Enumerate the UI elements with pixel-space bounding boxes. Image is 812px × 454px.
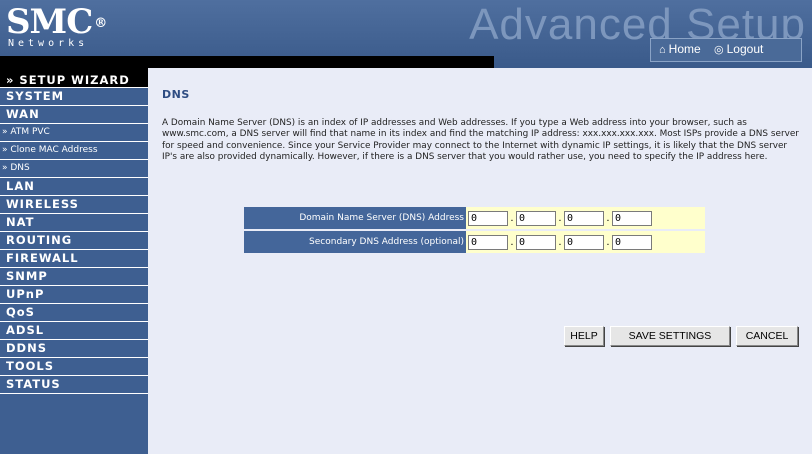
secondary-dns-octet-3[interactable]	[564, 234, 604, 250]
primary-dns-fields: ...	[466, 207, 705, 229]
secondary-dns-label: Secondary DNS Address (optional)	[244, 231, 466, 253]
sidebar-item-system[interactable]: SYSTEM	[0, 88, 148, 106]
primary-dns-octet-2[interactable]	[516, 210, 556, 226]
save-settings-button[interactable]: SAVE SETTINGS	[610, 326, 730, 346]
logout-link[interactable]: ◎ Logout	[714, 42, 763, 56]
secondary-dns-row: Secondary DNS Address (optional) ...	[244, 231, 705, 253]
sidebar-item-dns[interactable]: » DNS	[0, 160, 148, 178]
primary-dns-octet-3[interactable]	[564, 210, 604, 226]
sidebar-item-status[interactable]: STATUS	[0, 376, 148, 394]
ip-separator: .	[606, 236, 610, 248]
header: SMC ® Networks Advanced Setup ⌂ Home ◎ Logo…	[0, 0, 812, 68]
logout-label: Logout	[726, 42, 764, 56]
sidebar-item-clone-mac[interactable]: » Clone MAC Address	[0, 142, 148, 160]
brand-name: SMC	[6, 2, 93, 42]
home-icon: ⌂	[659, 44, 666, 56]
sidebar-item-firewall[interactable]: FIREWALL	[0, 250, 148, 268]
sidebar-item-wan[interactable]: WAN	[0, 106, 148, 124]
page-title: DNS	[162, 88, 190, 101]
sidebar-item-snmp[interactable]: SNMP	[0, 268, 148, 286]
sidebar-item-routing[interactable]: ROUTING	[0, 232, 148, 250]
sidebar-item-atm-pvc[interactable]: » ATM PVC	[0, 124, 148, 142]
smc-logo: SMC ® Networks	[6, 2, 107, 50]
secondary-dns-octet-2[interactable]	[516, 234, 556, 250]
sidebar-item-ddns[interactable]: DDNS	[0, 340, 148, 358]
ip-separator: .	[558, 212, 562, 224]
sidebar-item-lan[interactable]: LAN	[0, 178, 148, 196]
home-label: Home	[668, 42, 701, 56]
header-links: ⌂ Home ◎ Logout	[650, 38, 802, 62]
primary-dns-octet-1[interactable]	[468, 210, 508, 226]
ip-separator: .	[606, 212, 610, 224]
secondary-dns-octet-1[interactable]	[468, 234, 508, 250]
sidebar-item-tools[interactable]: TOOLS	[0, 358, 148, 376]
help-button[interactable]: HELP	[564, 326, 604, 346]
secondary-dns-octet-4[interactable]	[612, 234, 652, 250]
primary-dns-label: Domain Name Server (DNS) Address	[244, 207, 466, 229]
sidebar-item-wireless[interactable]: WIRELESS	[0, 196, 148, 214]
ip-separator: .	[510, 236, 514, 248]
sidebar-item-upnp[interactable]: UPnP	[0, 286, 148, 304]
sidebar: » SETUP WIZARD SYSTEM WAN » ATM PVC » Cl…	[0, 68, 148, 454]
primary-dns-octet-4[interactable]	[612, 210, 652, 226]
sidebar-item-nat[interactable]: NAT	[0, 214, 148, 232]
intro-text: A Domain Name Server (DNS) is an index o…	[162, 118, 799, 162]
main-content: DNS A Domain Name Server (DNS) is an ind…	[148, 68, 812, 454]
secondary-dns-fields: ...	[466, 231, 705, 253]
sidebar-item-qos[interactable]: QoS	[0, 304, 148, 322]
home-link[interactable]: ⌂ Home	[659, 42, 701, 56]
registered-mark: ®	[94, 16, 107, 31]
cancel-button[interactable]: CANCEL	[736, 326, 798, 346]
sidebar-item-setup-wizard[interactable]: » SETUP WIZARD	[0, 68, 148, 88]
ip-separator: .	[558, 236, 562, 248]
primary-dns-row: Domain Name Server (DNS) Address ...	[244, 207, 705, 229]
dns-settings-table: Domain Name Server (DNS) Address ... Sec…	[244, 207, 705, 255]
logout-icon: ◎	[714, 44, 724, 56]
sidebar-item-adsl[interactable]: ADSL	[0, 322, 148, 340]
ip-separator: .	[510, 212, 514, 224]
header-bar	[0, 56, 494, 68]
